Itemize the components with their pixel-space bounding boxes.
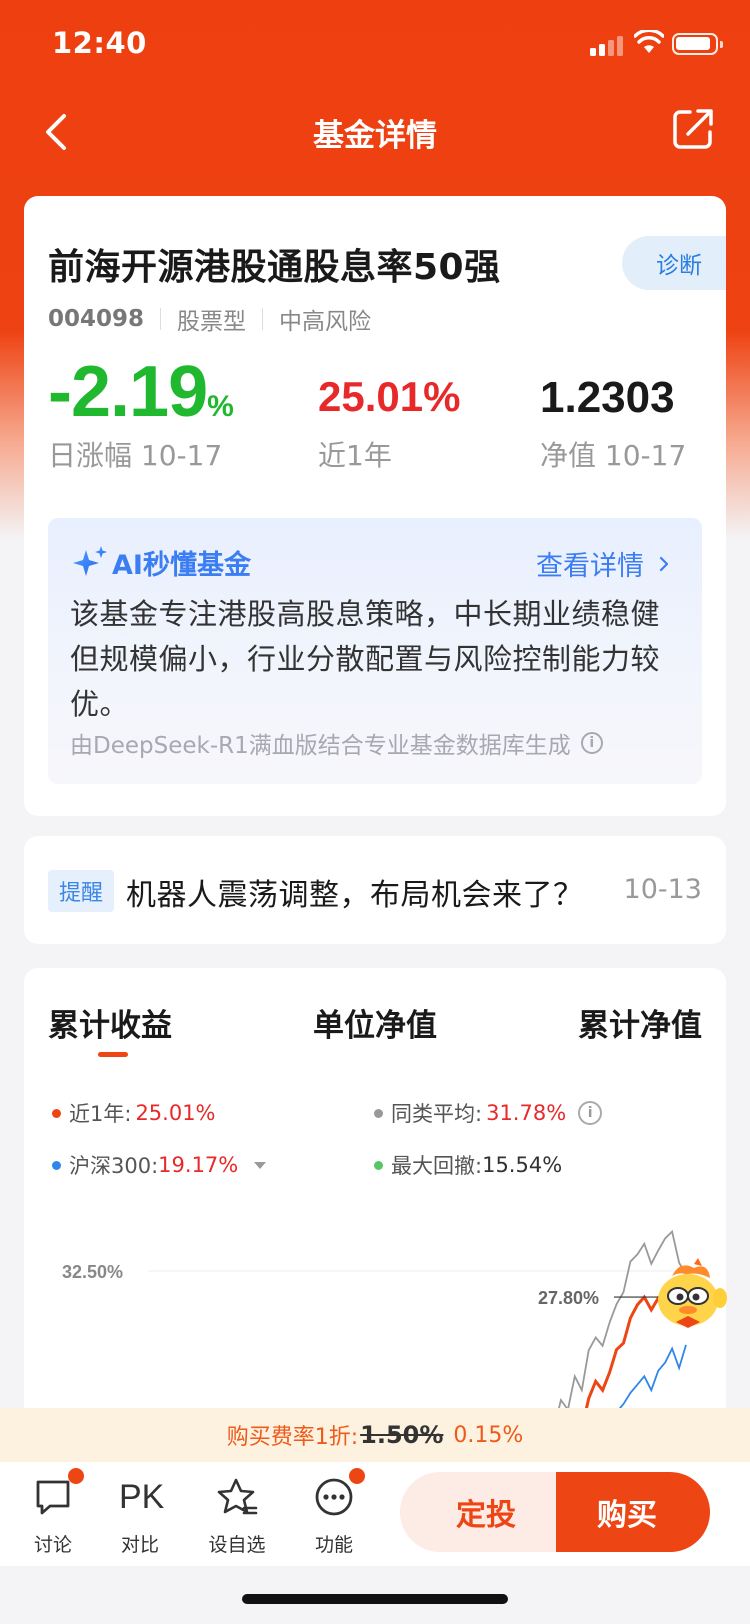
discuss-label: 讨论 [33,1534,72,1556]
divider [160,308,162,330]
legend-dot [374,1108,383,1118]
active-tab-indicator [98,1052,128,1057]
fee-old-rate: 1.50% [360,1421,444,1449]
auto-invest-button[interactable]: 定投 [400,1472,560,1552]
buy-button[interactable]: 购买 [556,1472,710,1552]
sparkle-icon [73,546,107,576]
reminder-date: 10-13 [623,874,702,905]
more-dots-icon [315,1478,353,1516]
ai-summary-text: 该基金专注港股高股息策略，中长期业绩稳健但规模偏小，行业分散配置与风险控制能力较… [70,597,661,721]
ai-title: AI秒懂基金 [112,549,251,581]
diagnose-button[interactable]: 诊断 [622,236,726,290]
function-button[interactable]: 功能 [294,1468,374,1557]
add-watchlist-button[interactable]: 设自选 [197,1476,277,1557]
chart-tabs: 累计收益 单位净值 累计净值 [24,1000,726,1060]
fund-name: 前海开源港股通股息率50强 [48,247,501,288]
info-icon[interactable]: i [580,732,603,754]
fee-new-rate: 0.15% [453,1422,524,1448]
year-return-stat: 25.01% 近1年 [318,376,460,474]
legend-peer-label: 同类平均: [391,1102,483,1126]
chat-bubble-icon [36,1480,70,1515]
legend-hs300-label: 沪深300: [69,1154,159,1178]
status-bar: 12:40 [0,0,750,90]
legend-dot [52,1108,61,1118]
wifi-icon [634,30,664,53]
y-tick-label: 32.50% [62,1262,123,1282]
dropdown-arrow-icon [254,1161,267,1169]
legend-year-label: 近1年: [69,1102,132,1126]
cellular-signal-icon [590,34,626,56]
legend-year-value: 25.01% [135,1101,216,1125]
ai-header: AI秒懂基金 [70,542,251,582]
legend-hs300[interactable]: 沪深300: 19.17% [52,1150,267,1180]
year-return-label: 近1年 [318,439,392,472]
fee-label: 购买费率1折: [226,1425,359,1450]
fund-type: 股票型 [177,309,247,335]
pk-icon: PK [119,1478,165,1516]
performance-chart-card: 累计收益 单位净值 累计净值 近1年: 25.01% 同类平均: 31.78% … [24,968,726,1468]
daily-change-label: 日涨幅 10-17 [48,439,223,472]
legend-drawdown-value: 15.54% [482,1153,563,1177]
nav-value: 1.2303 [540,373,675,422]
annotation-label: 27.80% [538,1288,599,1308]
legend-max-drawdown: 最大回撤: 15.54% [374,1150,562,1180]
fee-banner: 购买费率1折: 1.50% 0.15% [0,1408,750,1462]
discuss-button[interactable]: 讨论 [13,1468,93,1557]
ai-details-link[interactable]: 查看详情 [536,544,672,583]
divider [262,308,264,330]
function-label: 功能 [314,1534,353,1556]
ai-footer-text: 由DeepSeek-R1满血版结合专业基金数据库生成 [70,733,571,759]
reminder-text: 机器人震荡调整，布局机会来了？ [126,878,584,913]
ai-details-label: 查看详情 [536,551,644,582]
nav-label: 净值 10-17 [540,439,687,472]
star-icon [217,1478,258,1515]
legend-hs300-value: 19.17% [158,1153,239,1177]
battery-icon [672,33,723,55]
daily-change-value: -2.19 [48,352,208,432]
legend-peer-value: 31.78% [486,1101,567,1125]
legend-year: 近1年: 25.01% [52,1098,216,1128]
compare-button[interactable]: PK 对比 [100,1476,180,1557]
legend-peer-average: 同类平均: 31.78% i [374,1098,603,1128]
mascot-chick-icon[interactable] [650,1258,730,1334]
reminder-tag: 提醒 [48,870,114,912]
watchlist-label: 设自选 [208,1534,266,1556]
fund-summary-card: 前海开源港股通股息率50强 诊断 004098 股票型 中高风险 -2.19% … [24,196,726,816]
legend-dot [52,1160,61,1170]
year-return-value: 25.01% [318,373,461,420]
legend-drawdown-label: 最大回撤: [391,1154,483,1178]
home-indicator [242,1594,508,1604]
legend-dot [374,1160,383,1170]
fund-risk: 中高风险 [279,309,372,335]
share-icon[interactable] [670,106,716,152]
notification-badge [349,1468,365,1484]
compare-label: 对比 [120,1534,159,1556]
nav-bar: 基金详情 [0,92,750,172]
fund-meta: 004098 股票型 中高风险 [48,302,371,336]
reminder-card[interactable]: 提醒 机器人震荡调整，布局机会来了？ 10-13 [24,836,726,944]
chevron-right-icon [659,556,669,571]
nav-stat: 1.2303 净值 10-17 [540,376,686,474]
ai-summary-box: AI秒懂基金 查看详情 该基金专注港股高股息策略，中长期业绩稳健但规模偏小，行业… [48,518,702,784]
ai-footer: 由DeepSeek-R1满血版结合专业基金数据库生成 i [70,726,603,760]
fund-code: 004098 [48,306,145,332]
daily-change-stat: -2.19% 日涨幅 10-17 [48,356,234,474]
tab-cumulative-nav[interactable]: 累计净值 [578,1000,702,1045]
info-icon[interactable]: i [578,1101,603,1125]
notification-badge [68,1468,84,1484]
page-title: 基金详情 [313,118,437,154]
bottom-action-bar: 讨论 PK 对比 设自选 功能 定投 购买 [0,1462,750,1566]
daily-change-unit: % [207,390,234,423]
status-time: 12:40 [52,26,147,60]
